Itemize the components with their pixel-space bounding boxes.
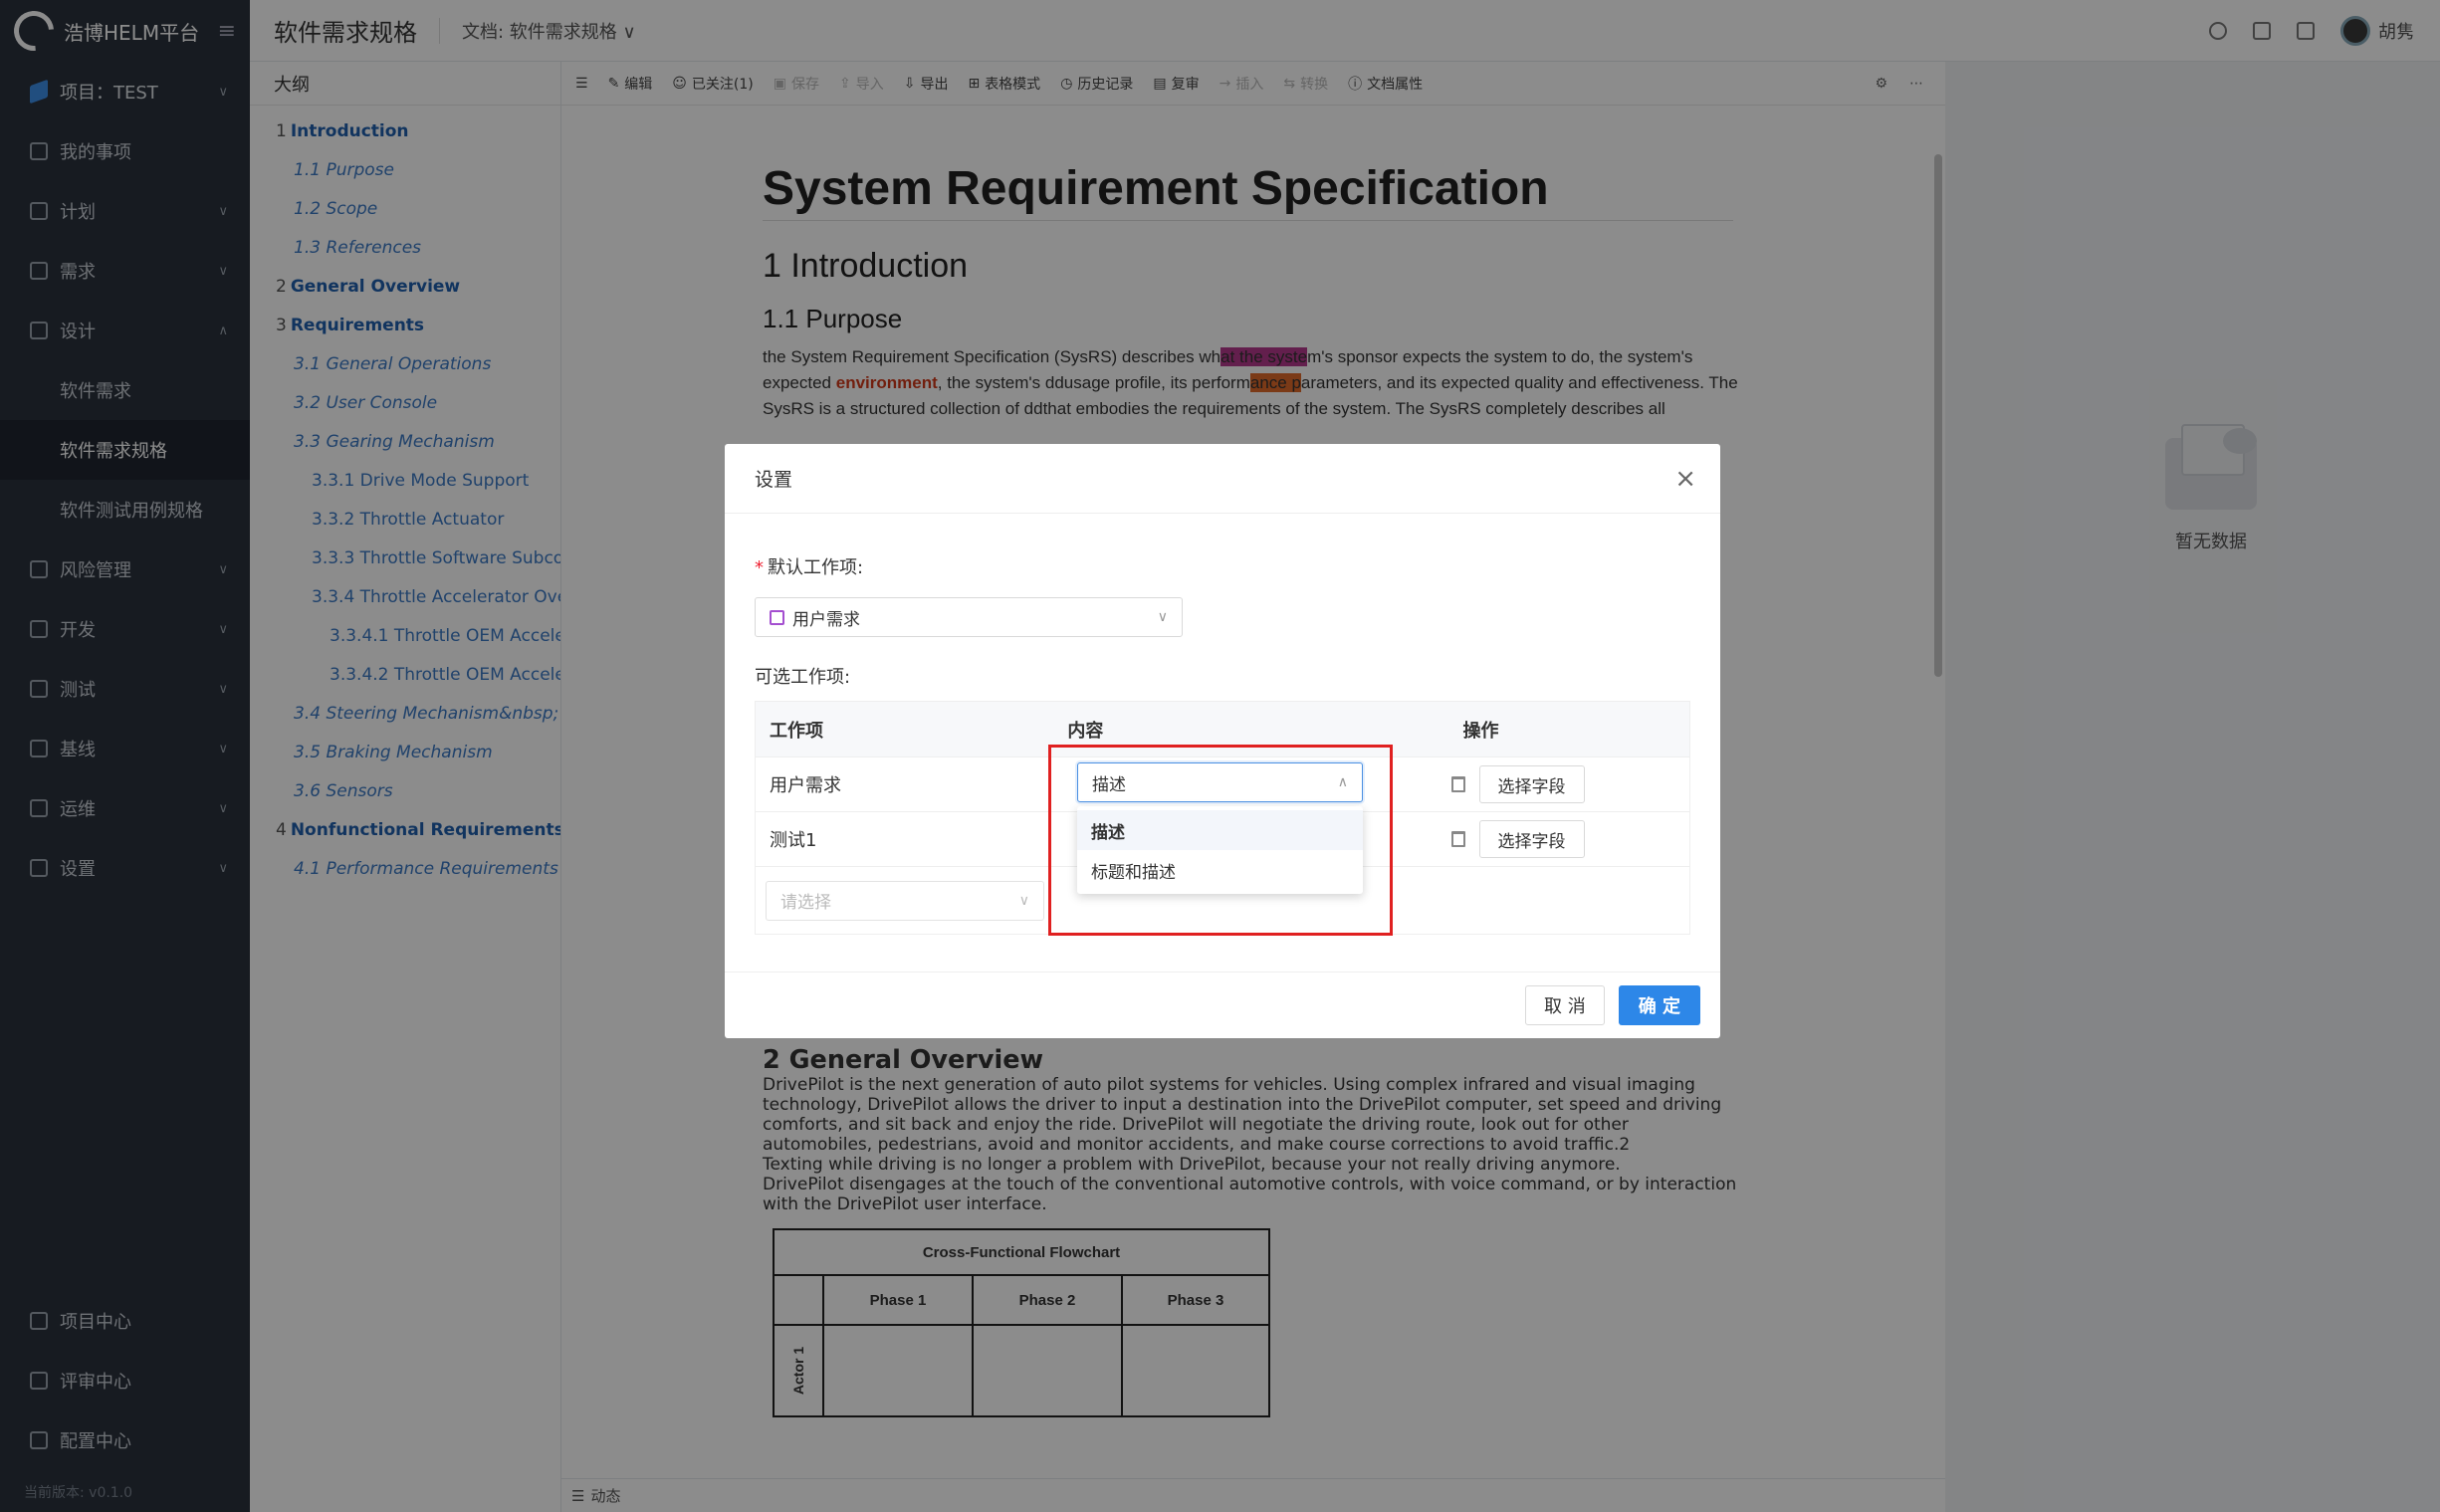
- document-icon: [770, 609, 784, 625]
- add-work-item-select[interactable]: 请选择 ∨: [766, 880, 1044, 921]
- cancel-button[interactable]: 取 消: [1524, 985, 1605, 1025]
- select-field-button[interactable]: 选择字段: [1478, 765, 1585, 803]
- work-item-cell: 用户需求: [770, 775, 841, 796]
- chevron-down-icon: ∨: [1157, 609, 1168, 625]
- close-icon[interactable]: ×: [1674, 464, 1696, 494]
- confirm-button[interactable]: 确 定: [1618, 985, 1700, 1025]
- settings-modal: 设置 × * 默认工作项: 用户需求 ∨ 可选工作项: 工作项 内容 操作 用户需…: [725, 444, 1720, 1038]
- column-header: 操作: [1462, 720, 1499, 742]
- trash-icon[interactable]: [1450, 776, 1465, 792]
- chevron-down-icon: ∨: [1018, 892, 1029, 909]
- column-header: 内容: [1067, 720, 1104, 742]
- modal-footer: 取 消 确 定: [725, 972, 1720, 1038]
- add-placeholder: 请选择: [780, 893, 831, 913]
- default-item-label-text: 默认工作项:: [768, 557, 864, 578]
- work-item-cell: 测试1: [770, 830, 817, 851]
- highlight-annotation-box: [1048, 745, 1393, 936]
- column-header: 工作项: [770, 720, 823, 742]
- modal-title: 设置: [725, 444, 1720, 514]
- required-mark: *: [755, 557, 764, 578]
- default-item-label: * 默认工作项:: [755, 553, 863, 579]
- default-item-select[interactable]: 用户需求 ∨: [755, 597, 1183, 637]
- optional-items-label: 可选工作项:: [755, 667, 851, 688]
- trash-icon[interactable]: [1450, 831, 1465, 847]
- select-field-button[interactable]: 选择字段: [1478, 820, 1585, 858]
- default-item-value: 用户需求: [792, 609, 860, 630]
